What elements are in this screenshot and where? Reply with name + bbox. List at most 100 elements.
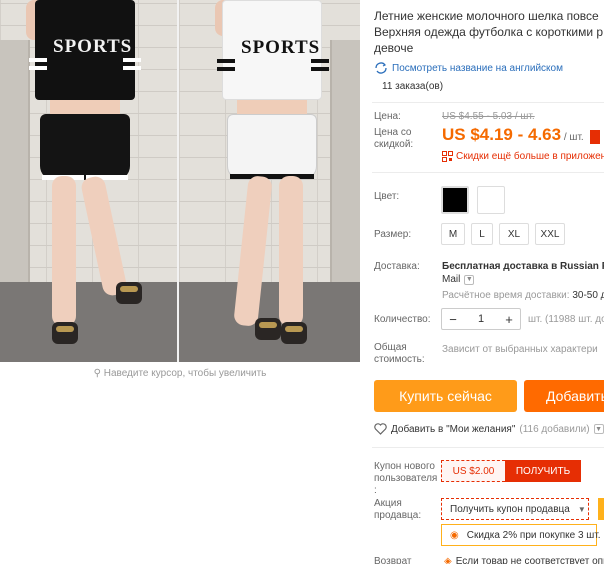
old-price: US $4.55 - 5.03 / шт. <box>442 111 535 122</box>
divider <box>372 172 604 173</box>
magnifier-icon: ⚲ <box>93 368 101 379</box>
zoom-hint-text: Наведите курсор, чтобы увеличить <box>103 368 267 379</box>
shield-icon: ◈ <box>444 556 452 564</box>
delivery-estimate-value: 30-50 д <box>572 290 604 301</box>
translate-link[interactable]: Посмотреть название на английском <box>374 62 563 74</box>
seller-coupon-dropdown[interactable]: Получить купон продавца ▼ <box>441 498 589 520</box>
price-label: Цена: <box>374 111 401 122</box>
product-photo-black[interactable]: SPORTS <box>0 0 177 362</box>
size-option-xxl[interactable]: XXL <box>535 223 565 245</box>
quantity-discount-dropdown[interactable]: ◉ Скидка 2% при покупке 3 шт. ▼ <box>441 524 601 546</box>
model-leg <box>79 174 129 298</box>
shipping-method[interactable]: Mail ▼ <box>442 274 475 285</box>
add-to-cart-button[interactable]: Добавить <box>524 380 604 412</box>
sleeve-stripe <box>311 59 329 63</box>
wishlist-count: (116 добавили) <box>519 423 590 435</box>
size-option-m[interactable]: M <box>441 223 465 245</box>
product-gallery[interactable]: SPORTS SPORTS <box>0 0 360 362</box>
price-value: US $4.19 - 4.63 <box>442 125 562 144</box>
tag-icon: ◉ <box>450 529 459 541</box>
app-deal-text[interactable]: Скидки ещё больше в приложен <box>456 151 604 162</box>
sandal <box>255 318 281 340</box>
sandal <box>116 282 142 304</box>
sleeve-stripe <box>217 67 235 71</box>
discount-price: US $4.19 - 4.63 / шт. <box>442 125 601 145</box>
product-title-line: Верхняя одежда футболка с короткими р <box>374 25 604 39</box>
model-leg <box>233 175 273 327</box>
color-swatch-black[interactable] <box>441 186 469 214</box>
discount-price-label: Цена со скидкой: <box>374 127 414 150</box>
delivery-estimate-label: Расчётное время доставки: <box>442 290 570 301</box>
return-policy: ◈ Если товар не соответствует опи <box>444 556 604 564</box>
qr-code-icon <box>442 151 453 162</box>
black-shorts <box>40 114 130 180</box>
total-value: Зависит от выбранных характери <box>442 344 598 355</box>
quantity-input[interactable]: 1 <box>464 313 498 325</box>
product-title-line: девоче <box>374 41 414 55</box>
sleeve-stripe <box>29 58 47 62</box>
buy-now-button[interactable]: Купить сейчас <box>374 380 517 412</box>
quantity-stepper[interactable]: − 1 + <box>441 308 521 330</box>
add-to-wishlist[interactable]: Добавить в "Мои желания" (116 добавили) … <box>374 423 604 435</box>
quantity-label: Количество: <box>374 314 431 325</box>
sleeve-stripe <box>123 58 141 62</box>
delivery-estimate: Расчётное время доставки: 30-50 д <box>442 290 604 301</box>
seller-coupon-dropdown-text[interactable]: Получить купон продавца <box>450 504 570 515</box>
orders-count: 11 заказа(ов) <box>382 81 444 92</box>
chevron-down-icon[interactable]: ▼ <box>593 424 604 434</box>
model-figure: SPORTS <box>26 0 142 362</box>
discount-badge <box>590 130 601 145</box>
return-label: Возврат <box>374 556 412 564</box>
product-photo-white[interactable]: SPORTS <box>179 0 360 362</box>
photo-door <box>330 40 360 290</box>
quantity-discount-dropdown-text[interactable]: Скидка 2% при покупке 3 шт. <box>467 530 601 541</box>
heart-icon <box>374 423 387 435</box>
divider <box>372 447 604 448</box>
translate-icon <box>375 62 387 74</box>
tee-print: SPORTS <box>241 37 321 58</box>
divider <box>372 102 604 103</box>
new-user-coupon-label: Купон нового пользователя : <box>374 461 438 496</box>
wishlist-label[interactable]: Добавить в "Мои желания" <box>391 424 515 435</box>
model-figure: SPORTS <box>215 0 329 362</box>
photo-door <box>0 40 30 290</box>
shipping-value: Бесплатная доставка в Russian Fe <box>442 261 604 272</box>
zoom-hint: ⚲ Наведите курсор, чтобы увеличить <box>0 368 360 379</box>
shipping-method-text[interactable]: Mail <box>442 274 460 285</box>
size-label: Размер: <box>374 229 412 240</box>
tee-print: SPORTS <box>53 36 133 57</box>
chevron-down-icon[interactable]: ▼ <box>464 274 475 285</box>
sleeve-stripe <box>123 66 141 70</box>
shipping-label: Доставка: <box>374 261 420 272</box>
caret-down-icon: ▼ <box>577 504 586 514</box>
sandal <box>281 322 307 344</box>
seller-promo-label: Акция продавца: <box>374 498 422 521</box>
get-coupon-button[interactable]: ПОЛУЧИТЬ <box>505 460 581 482</box>
total-label: Общая стоимость: <box>374 342 425 365</box>
product-title-line: Летние женские молочного шелка повсе <box>374 9 599 23</box>
quantity-decrease-button[interactable]: − <box>442 312 464 327</box>
app-deal[interactable]: Скидки ещё больше в приложен <box>442 151 604 162</box>
old-price-text: US $4.55 - 5.03 / шт. <box>442 111 535 122</box>
sandal <box>52 322 78 344</box>
sleeve-stripe <box>217 59 235 63</box>
color-swatch-white[interactable] <box>477 186 505 214</box>
color-label: Цвет: <box>374 191 400 202</box>
model-leg <box>52 176 76 326</box>
black-tee: SPORTS <box>29 0 141 100</box>
price-unit: / шт. <box>563 132 584 143</box>
size-option-xl[interactable]: XL <box>499 223 529 245</box>
model-leg <box>279 176 303 326</box>
return-policy-text: Если товар не соответствует опи <box>455 556 604 564</box>
new-user-coupon[interactable]: US $2.00 ПОЛУЧИТЬ <box>441 460 581 482</box>
promo-edge-tag <box>598 498 604 520</box>
sleeve-stripe <box>29 66 47 70</box>
quantity-increase-button[interactable]: + <box>498 312 520 327</box>
stock-info: шт. (11988 шт. дос <box>528 314 604 325</box>
sleeve-stripe <box>311 67 329 71</box>
translate-link-text[interactable]: Посмотреть название на английском <box>392 63 563 74</box>
size-option-l[interactable]: L <box>471 223 493 245</box>
white-tee: SPORTS <box>217 0 329 100</box>
white-shorts <box>227 114 317 180</box>
product-title: Летние женские молочного шелка повсе Вер… <box>374 8 604 56</box>
